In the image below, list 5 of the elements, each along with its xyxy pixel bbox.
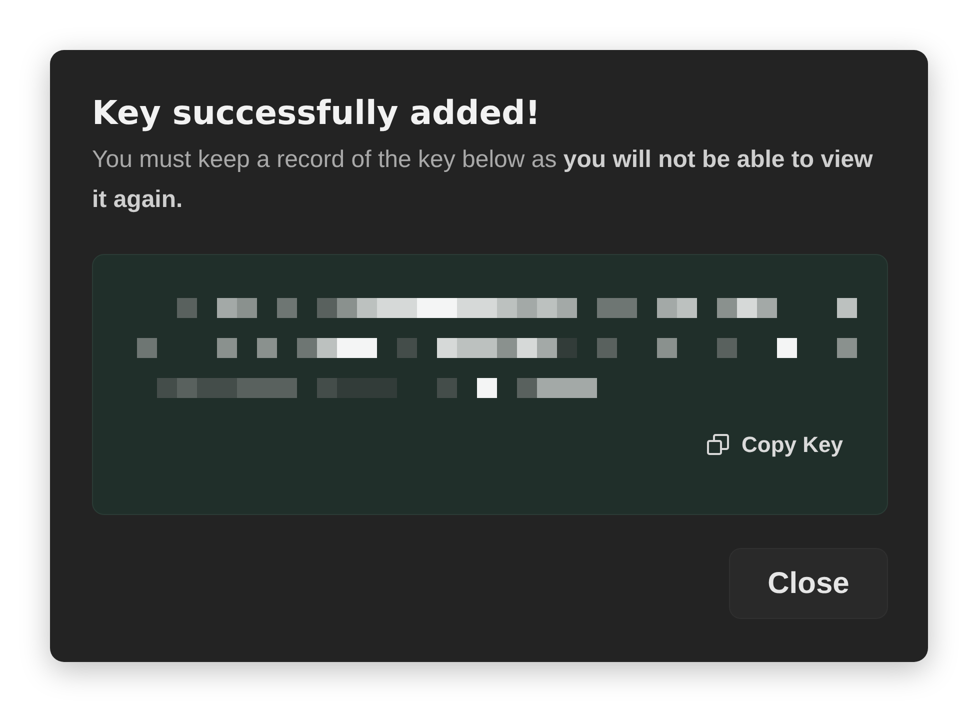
dialog-title: Key successfully added!	[92, 92, 542, 134]
close-button[interactable]: Close	[729, 548, 888, 619]
dialog-message: You must keep a record of the key below as you will not be able to view it again.	[92, 145, 874, 215]
copy-icon	[706, 433, 730, 457]
copy-key-button[interactable]: Copy Key	[706, 432, 843, 458]
